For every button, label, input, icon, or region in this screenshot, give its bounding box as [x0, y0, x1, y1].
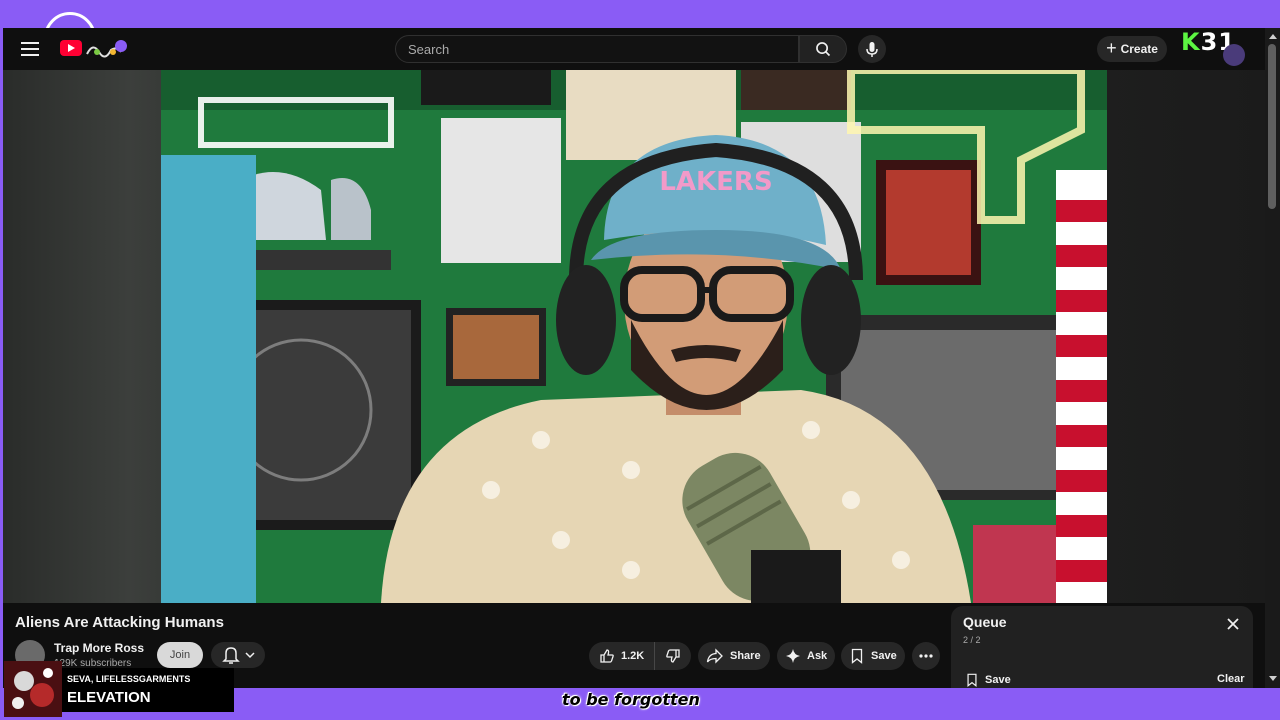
scroll-down-arrow-icon[interactable]: [1269, 676, 1277, 681]
sparkle-icon: [786, 649, 800, 663]
page-scrollbar[interactable]: [1265, 28, 1280, 688]
badge-letter: K: [1181, 28, 1201, 56]
thumbs-down-icon: [666, 649, 680, 663]
close-icon[interactable]: [1225, 616, 1241, 632]
ask-button[interactable]: Ask: [777, 642, 835, 670]
notification-bell-button[interactable]: [211, 642, 265, 668]
search-field[interactable]: [395, 35, 799, 63]
bookmark-icon: [967, 673, 977, 687]
search-input[interactable]: [396, 36, 798, 62]
stream-frame-top: [0, 0, 1280, 28]
menu-icon[interactable]: [21, 42, 39, 56]
queue-save-label: Save: [985, 674, 1011, 686]
like-button[interactable]: 1.2K: [589, 642, 655, 670]
share-button[interactable]: Share: [698, 642, 770, 670]
more-horizontal-icon: [919, 654, 933, 658]
scroll-up-arrow-icon[interactable]: [1269, 34, 1277, 39]
microphone-icon: [866, 42, 878, 57]
cap-logo-text: LAKERS: [659, 167, 772, 197]
bookmark-icon: [851, 648, 863, 664]
queue-clear-button[interactable]: Clear: [1217, 673, 1245, 685]
doodle-logo-icon[interactable]: [85, 36, 131, 60]
browser-window: + Create K31: [3, 28, 1280, 688]
create-button[interactable]: + Create: [1097, 36, 1167, 62]
bell-icon: [222, 647, 255, 664]
join-button[interactable]: Join: [157, 642, 203, 668]
video-frame-image: LAKERS: [161, 70, 1107, 603]
video-player[interactable]: LAKERS: [161, 70, 1107, 603]
now-playing-info: SEVA, LIFELESSGARMENTS ELEVATION: [62, 668, 234, 712]
now-playing-album-art: [4, 661, 62, 717]
channel-name[interactable]: Trap More Ross: [54, 641, 144, 655]
scroll-thumb[interactable]: [1268, 44, 1276, 209]
save-button[interactable]: Save: [841, 642, 905, 670]
now-playing-artist: SEVA, LIFELESSGARMENTS: [67, 674, 191, 684]
search-button[interactable]: [799, 35, 847, 63]
like-count: 1.2K: [621, 650, 645, 662]
queue-title: Queue: [963, 614, 1007, 630]
create-label: Create: [1120, 42, 1158, 56]
youtube-logo-icon[interactable]: [60, 40, 82, 56]
voice-search-button[interactable]: [858, 35, 886, 63]
share-icon: [706, 648, 723, 664]
more-actions-button[interactable]: [912, 642, 940, 670]
search-icon: [816, 42, 831, 57]
thumbs-up-icon: [600, 649, 614, 663]
share-label: Share: [730, 650, 761, 662]
dislike-button[interactable]: [655, 642, 691, 670]
queue-save-button[interactable]: Save: [965, 673, 1011, 687]
queue-count: 2 / 2: [963, 635, 981, 645]
now-playing-song: ELEVATION: [67, 689, 151, 706]
live-caption: to be forgotten: [562, 690, 700, 709]
masthead: + Create K31: [3, 28, 1265, 70]
like-dislike-group: 1.2K: [589, 642, 691, 670]
account-avatar[interactable]: [1223, 44, 1245, 66]
video-title: Aliens Are Attacking Humans: [15, 614, 224, 631]
chevron-down-icon: [245, 652, 255, 659]
plus-icon: +: [1106, 38, 1117, 58]
save-label: Save: [871, 650, 897, 662]
ask-label: Ask: [807, 650, 828, 662]
